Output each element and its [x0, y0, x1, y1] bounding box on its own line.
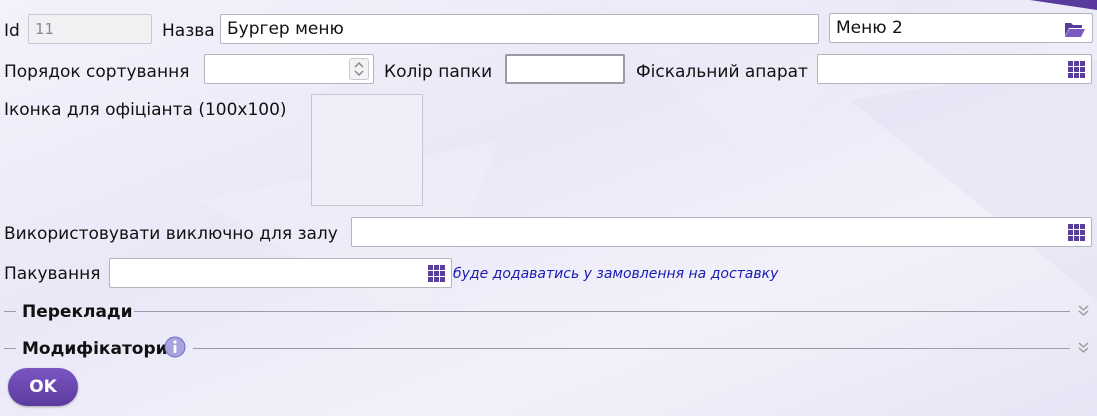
name-field[interactable]: Бургер меню — [220, 14, 819, 44]
grid-icon[interactable] — [1068, 224, 1085, 241]
ok-button[interactable]: OK — [8, 368, 78, 406]
chevron-double-down-icon[interactable] — [1078, 340, 1089, 360]
section-divider — [4, 348, 16, 349]
id-label: Id — [4, 21, 20, 41]
fiscal-select[interactable] — [817, 54, 1092, 84]
section-divider — [193, 348, 1070, 349]
spinner-icon[interactable] — [349, 58, 369, 80]
name-label: Назва — [162, 21, 215, 41]
info-icon[interactable] — [164, 336, 186, 363]
section-divider — [4, 311, 16, 312]
hall-label: Використовувати виключно для залу — [4, 224, 338, 244]
folder-color-picker[interactable] — [505, 54, 625, 84]
fiscal-label: Фіскальний апарат — [636, 62, 808, 82]
waiter-icon-label: Іконка для офіціанта (100x100) — [4, 100, 287, 120]
waiter-icon-image[interactable] — [311, 94, 423, 206]
packing-select[interactable] — [109, 258, 452, 288]
folder-color-label: Колір папки — [384, 62, 493, 82]
id-field[interactable]: 11 — [28, 14, 152, 44]
packing-hint: буде додаватись у замовлення на доставку — [453, 266, 779, 282]
modifiers-section-title[interactable]: Модифікатори — [22, 339, 168, 359]
chevron-double-down-icon[interactable] — [1078, 303, 1089, 323]
grid-icon[interactable] — [1068, 61, 1085, 78]
hall-select[interactable] — [351, 217, 1092, 247]
folder-open-icon[interactable] — [1064, 19, 1086, 42]
translations-section-title[interactable]: Переклади — [22, 302, 133, 322]
menu-select[interactable]: Меню 2 — [829, 13, 1093, 43]
menu-select-value: Меню 2 — [836, 18, 903, 38]
packing-label: Пакування — [4, 264, 101, 284]
section-divider — [134, 311, 1070, 312]
sort-order-label: Порядок сортування — [4, 62, 190, 82]
grid-icon[interactable] — [428, 265, 445, 282]
sort-order-field[interactable] — [204, 54, 374, 84]
